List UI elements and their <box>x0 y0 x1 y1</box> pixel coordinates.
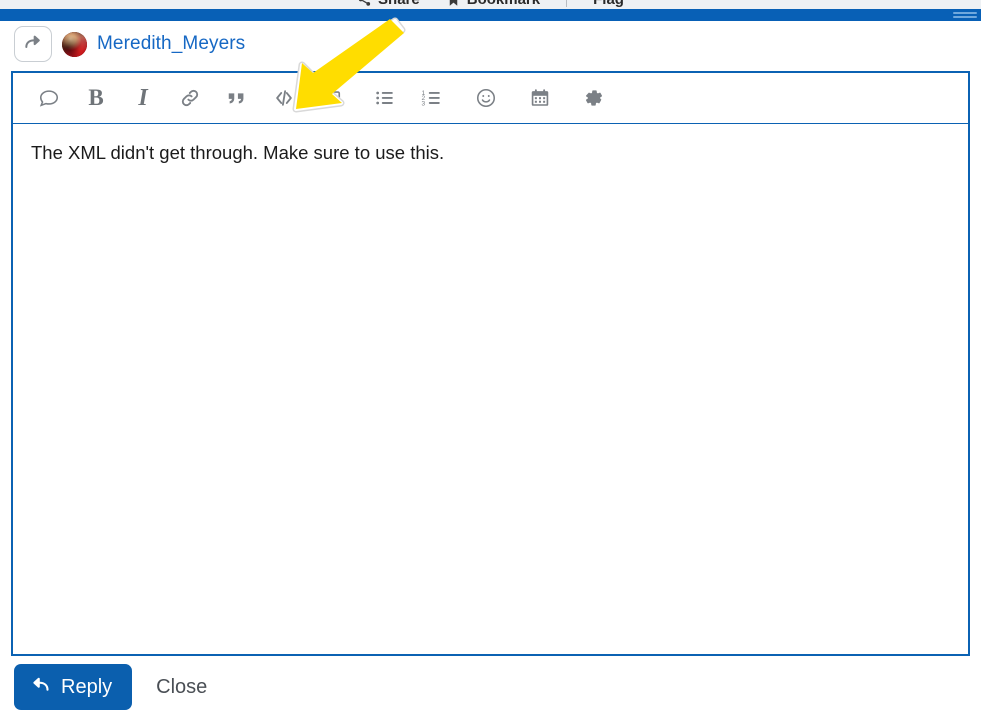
top-menu-strip: Share Bookmark Flag <box>0 0 981 9</box>
svg-text:3: 3 <box>421 101 425 108</box>
reply-share-button[interactable] <box>14 26 52 62</box>
header-band <box>0 9 981 21</box>
reply-arrow-icon <box>23 32 43 57</box>
top-menu-label-flag: Flag <box>593 0 624 8</box>
reply-button-label: Reply <box>61 675 113 698</box>
author-name[interactable]: Meredith_Meyers <box>97 33 245 55</box>
editor-body[interactable]: The XML didn't get through. Make sure to… <box>13 124 968 654</box>
top-menu-item-flag[interactable]: Flag <box>593 0 624 8</box>
speech-bubble-icon[interactable] <box>29 78 69 118</box>
numbered-list-icon[interactable]: 1 2 3 <box>412 78 452 118</box>
quote-icon[interactable] <box>217 78 257 118</box>
top-menu-divider <box>566 0 568 7</box>
code-icon[interactable] <box>264 78 304 118</box>
reply-button[interactable]: Reply <box>14 664 133 710</box>
top-menu-item-bookmark[interactable]: Bookmark <box>446 0 540 8</box>
hamburger-menu-icon[interactable] <box>953 10 977 20</box>
editor-toolbar: B I 1 2 3 <box>13 73 968 124</box>
reply-editor: B I 1 2 3 The XML didn't get through. Ma… <box>11 71 970 656</box>
link-icon[interactable] <box>170 78 210 118</box>
smiley-icon[interactable] <box>466 78 506 118</box>
gear-icon[interactable] <box>574 78 614 118</box>
editor-actions: Reply Close <box>14 664 217 710</box>
bold-icon[interactable]: B <box>76 78 116 118</box>
bullet-list-icon[interactable] <box>365 78 405 118</box>
bookmark-icon <box>446 0 461 7</box>
editor-message-text[interactable]: The XML didn't get through. Make sure to… <box>31 140 950 167</box>
image-icon[interactable] <box>311 78 351 118</box>
avatar[interactable] <box>62 31 87 57</box>
share-icon <box>357 0 372 7</box>
top-menu-label-bookmark: Bookmark <box>467 0 540 8</box>
top-menu-label-share: Share <box>378 0 420 8</box>
close-button[interactable]: Close <box>146 676 217 699</box>
author-row: Meredith_Meyers <box>14 26 245 62</box>
calendar-icon[interactable] <box>520 78 560 118</box>
top-menu-item-share[interactable]: Share <box>357 0 420 8</box>
italic-icon[interactable]: I <box>123 78 163 118</box>
reply-arrow-icon <box>30 674 51 701</box>
